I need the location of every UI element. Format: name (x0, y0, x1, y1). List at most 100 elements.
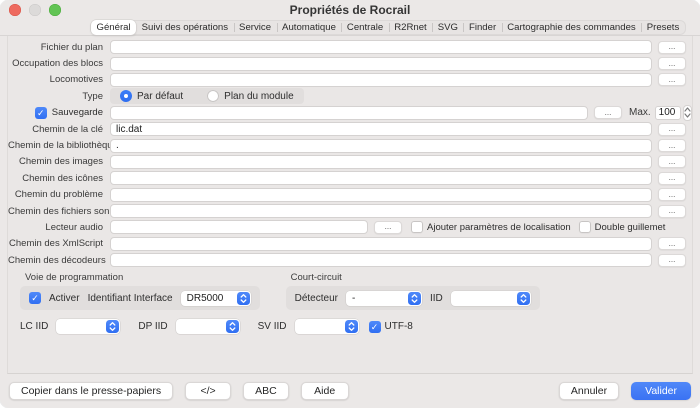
chevron-up-down-icon (106, 320, 119, 333)
cancel-button[interactable]: Annuler (559, 382, 619, 400)
tab-strip: Général Suivi des opérations Service Aut… (0, 19, 700, 36)
chevron-up-down-icon (345, 320, 358, 333)
code-button[interactable]: </> (185, 382, 231, 400)
icons-path-browse-button[interactable]: ... (658, 172, 686, 185)
short-circuit-iid-dropdown[interactable] (451, 291, 531, 306)
locomotives-input[interactable] (110, 73, 652, 87)
plan-file-browse-button[interactable]: ... (658, 41, 686, 54)
plan-file-row: Fichier du plan ... (8, 39, 689, 55)
chevron-down-icon (684, 113, 691, 118)
backup-max-stepper[interactable] (683, 105, 692, 121)
type-default-option[interactable]: Par défaut (120, 90, 183, 102)
tab-automatique[interactable]: Automatique (277, 21, 342, 34)
issue-path-label: Chemin du problème (8, 189, 110, 200)
tab-presets[interactable]: Presets (641, 21, 685, 34)
detector-dropdown[interactable]: - (346, 291, 422, 306)
audio-player-input[interactable] (110, 220, 368, 234)
interface-id-label: Identifiant Interface (88, 293, 173, 304)
plan-file-input[interactable] (110, 40, 652, 54)
help-button[interactable]: Aide (301, 382, 349, 400)
key-path-input[interactable] (110, 122, 652, 136)
double-quote-checkbox[interactable] (579, 221, 591, 233)
locomotives-row: Locomotives ... (8, 72, 689, 88)
images-path-row: Chemin des images ... (8, 154, 689, 170)
type-module-label: Plan du module (224, 91, 294, 102)
ok-button[interactable]: Valider (631, 382, 691, 400)
decoders-path-browse-button[interactable]: ... (658, 254, 686, 267)
tab-finder[interactable]: Finder (463, 21, 501, 34)
images-path-label: Chemin des images (8, 156, 110, 167)
sv-iid-label: SV IID (258, 321, 287, 332)
sound-path-browse-button[interactable]: ... (658, 205, 686, 218)
locomotives-browse-button[interactable]: ... (658, 73, 686, 86)
icons-path-label: Chemin des icônes (8, 173, 110, 184)
zoom-button[interactable] (49, 4, 61, 16)
footer-bar: Copier dans le presse-papiers </> ABC Ai… (0, 374, 700, 408)
block-occupation-label: Occupation des blocs (8, 58, 110, 69)
copy-clipboard-button[interactable]: Copier dans le presse-papiers (9, 382, 173, 400)
radio-button-module[interactable] (207, 90, 219, 102)
programming-track-title: Voie de programmation (25, 272, 260, 283)
backup-checkbox[interactable] (35, 107, 47, 119)
block-occupation-browse-button[interactable]: ... (658, 57, 686, 70)
utf8-checkbox[interactable] (369, 321, 381, 333)
decoders-path-label: Chemin des décodeurs (8, 255, 110, 266)
type-module-option[interactable]: Plan du module (207, 90, 294, 102)
radio-button-default[interactable] (120, 90, 132, 102)
chevron-up-down-icon (226, 320, 239, 333)
backup-input[interactable] (110, 106, 588, 120)
key-path-browse-button[interactable]: ... (658, 123, 686, 136)
interface-id-value: DR5000 (187, 293, 224, 304)
audio-player-label: Lecteur audio (8, 222, 110, 233)
issue-path-input[interactable] (110, 188, 652, 202)
minimize-button (29, 4, 41, 16)
backup-max-input[interactable] (655, 106, 681, 120)
backup-max-label: Max. (629, 107, 651, 118)
xmlscript-path-input[interactable] (110, 237, 652, 251)
audio-player-browse-button[interactable]: ... (374, 221, 402, 234)
type-row: Type Par défaut Plan du module (8, 88, 689, 104)
tab-cartographie[interactable]: Cartographie des commandes (502, 21, 642, 34)
abc-button[interactable]: ABC (243, 382, 289, 400)
images-path-input[interactable] (110, 155, 652, 169)
type-label: Type (8, 91, 110, 102)
dp-iid-dropdown[interactable] (176, 319, 240, 334)
interface-id-dropdown[interactable]: DR5000 (181, 291, 251, 306)
activate-checkbox[interactable] (29, 292, 41, 304)
short-circuit-group: Court-circuit Détecteur - IID (286, 272, 540, 310)
double-quote-option[interactable]: Double guillemet (579, 221, 666, 233)
utf8-option[interactable]: UTF-8 (369, 321, 413, 333)
audio-player-row: Lecteur audio ... Ajouter paramètres de … (8, 219, 689, 235)
backup-browse-button[interactable]: ... (594, 106, 622, 119)
library-path-browse-button[interactable]: ... (658, 139, 686, 152)
library-path-row: Chemin de la bibliothèque ... (8, 137, 689, 153)
lc-iid-dropdown[interactable] (56, 319, 120, 334)
images-path-browse-button[interactable]: ... (658, 155, 686, 168)
icons-path-input[interactable] (110, 171, 652, 185)
xmlscript-path-browse-button[interactable]: ... (658, 237, 686, 250)
short-circuit-panel: Détecteur - IID (286, 286, 540, 310)
tab-suivi-des-operations[interactable]: Suivi des opérations (136, 21, 233, 34)
short-circuit-iid-label: IID (430, 293, 443, 304)
tab-svg[interactable]: SVG (432, 21, 463, 34)
chevron-up-down-icon (237, 292, 250, 305)
block-occupation-input[interactable] (110, 57, 652, 71)
locale-params-checkbox[interactable] (411, 221, 423, 233)
tab-general[interactable]: Général (91, 20, 136, 35)
library-path-input[interactable] (110, 139, 652, 153)
locale-params-option[interactable]: Ajouter paramètres de localisation (411, 221, 571, 233)
sound-path-input[interactable] (110, 204, 652, 218)
decoders-path-input[interactable] (110, 253, 652, 267)
utf8-label: UTF-8 (385, 321, 413, 332)
chevron-up-down-icon (408, 292, 421, 305)
backup-label: Sauvegarde (52, 107, 103, 118)
tab-service[interactable]: Service (234, 21, 277, 34)
issue-path-row: Chemin du problème ... (8, 187, 689, 203)
tab-bar: Général Suivi des opérations Service Aut… (90, 20, 686, 35)
issue-path-browse-button[interactable]: ... (658, 188, 686, 201)
tab-r2rnet[interactable]: R2Rnet (389, 21, 433, 34)
close-button[interactable] (9, 4, 21, 16)
type-radio-group: Par défaut Plan du module (110, 88, 304, 104)
tab-centrale[interactable]: Centrale (341, 21, 388, 34)
sv-iid-dropdown[interactable] (295, 319, 359, 334)
